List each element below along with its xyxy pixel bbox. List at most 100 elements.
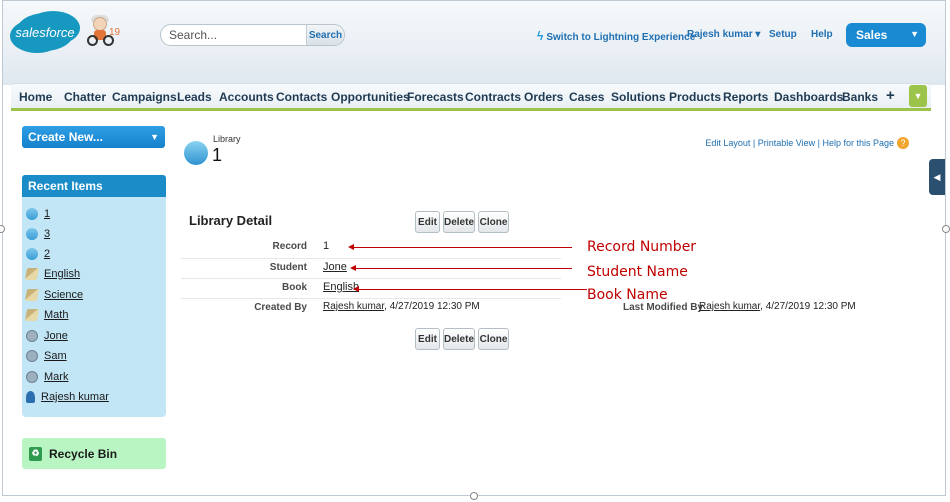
tab-forecasts[interactable]: Forecasts — [407, 90, 464, 104]
tab-contacts[interactable]: Contacts — [276, 90, 327, 104]
annotation-arrow-record — [348, 244, 572, 250]
all-tabs-plus-icon[interactable]: + — [886, 87, 895, 104]
recent-item-label[interactable]: Science — [44, 289, 83, 301]
student-icon — [26, 350, 38, 362]
modified-by-user-link[interactable]: Rajesh kumar — [699, 301, 760, 312]
delete-button[interactable]: Delete — [443, 328, 475, 350]
recent-item-label[interactable]: 1 — [44, 208, 50, 220]
list-item[interactable]: English — [24, 266, 80, 282]
recent-item-label[interactable]: Rajesh kumar — [41, 391, 109, 403]
list-item[interactable]: Rajesh kumar — [26, 389, 109, 405]
recycle-bin-link[interactable]: ♻ Recycle Bin — [22, 438, 166, 469]
recent-item-label[interactable]: Mark — [44, 371, 68, 383]
tab-overflow-chevron-icon[interactable]: ▼ — [909, 85, 927, 107]
help-link[interactable]: Help — [811, 29, 833, 40]
collapse-sidebar-handle[interactable]: ◀ — [929, 159, 945, 195]
created-by-user-link[interactable]: Rajesh kumar — [323, 301, 384, 312]
student-icon — [26, 330, 38, 342]
tab-products[interactable]: Products — [669, 90, 721, 104]
recycle-bin-label: Recycle Bin — [49, 446, 118, 461]
release-badge: 19 — [109, 27, 121, 38]
edit-button[interactable]: Edit — [415, 328, 440, 350]
chevron-down-icon: ▼ — [150, 132, 159, 142]
list-item[interactable]: Mark — [26, 369, 68, 385]
create-new-button[interactable]: Create New... ▼ — [22, 126, 165, 148]
created-by-label: Created By — [254, 302, 307, 313]
created-by-date: , 4/27/2019 12:30 PM — [384, 301, 480, 312]
recent-items-heading: Recent Items — [22, 175, 166, 197]
tab-bar: Home Chatter Campaigns Leads Accounts Co… — [11, 83, 931, 111]
book-icon — [24, 268, 40, 280]
resize-handle — [470, 492, 478, 500]
tab-orders[interactable]: Orders — [524, 90, 563, 104]
tab-contracts[interactable]: Contracts — [465, 90, 521, 104]
list-item[interactable]: Math — [24, 307, 68, 323]
recent-items-list: 1 3 2 English Science Math Jone Sam Mark… — [22, 197, 166, 417]
setup-link[interactable]: Setup — [769, 29, 797, 40]
tab-chatter[interactable]: Chatter — [64, 90, 106, 104]
recycle-bin-icon: ♻ — [29, 446, 42, 461]
search-box: Search — [160, 24, 345, 46]
page-links-text[interactable]: Edit Layout | Printable View | Help for … — [705, 138, 894, 148]
browser-frame: salesforce 19 Search ϟSwitch to Lightnin… — [2, 0, 946, 496]
app-menu-button[interactable]: Sales ▼ — [846, 23, 926, 47]
clone-button[interactable]: Clone — [478, 211, 509, 233]
search-button[interactable]: Search — [306, 25, 344, 45]
annotation-record-number: Record Number — [587, 239, 697, 255]
tab-dashboards[interactable]: Dashboards — [774, 90, 843, 104]
tab-home[interactable]: Home — [19, 90, 52, 104]
recent-item-label[interactable]: English — [44, 268, 80, 280]
switch-lightning-link[interactable]: ϟ Switch to Lightning Experience — [537, 29, 695, 43]
tab-reports[interactable]: Reports — [723, 90, 768, 104]
student-label: Student — [269, 262, 307, 273]
page-links: Edit Layout | Printable View | Help for … — [705, 137, 909, 149]
list-item[interactable]: Science — [24, 287, 83, 303]
tab-banks[interactable]: Banks — [842, 90, 878, 104]
divider — [181, 278, 561, 279]
library-icon — [26, 248, 38, 260]
list-item[interactable]: 2 — [26, 246, 50, 262]
edit-button[interactable]: Edit — [415, 211, 440, 233]
annotation-arrow-book — [353, 286, 587, 292]
recent-item-label[interactable]: Jone — [44, 330, 68, 342]
annotation-arrow-student — [350, 265, 572, 271]
switch-lightning-label: Switch to Lightning Experience — [546, 32, 696, 43]
list-item[interactable]: 3 — [26, 226, 50, 242]
clone-button[interactable]: Clone — [478, 328, 509, 350]
create-new-label: Create New... — [28, 130, 103, 144]
tab-opportunities[interactable]: Opportunities — [331, 90, 410, 104]
created-by-value: Rajesh kumar, 4/27/2019 12:30 PM — [323, 301, 480, 312]
tab-solutions[interactable]: Solutions — [611, 90, 666, 104]
book-icon — [24, 309, 40, 321]
resize-handle — [942, 225, 950, 233]
detail-heading: Library Detail — [189, 213, 273, 228]
modified-by-value: Rajesh kumar, 4/27/2019 12:30 PM — [699, 301, 856, 312]
search-input[interactable] — [161, 25, 301, 45]
page-title: 1 — [212, 145, 223, 165]
salesforce-logo[interactable]: salesforce — [15, 13, 75, 51]
student-icon — [26, 371, 38, 383]
tab-leads[interactable]: Leads — [177, 90, 212, 104]
list-item[interactable]: Sam — [26, 348, 67, 364]
logo-text: salesforce — [15, 24, 75, 40]
list-item[interactable]: 1 — [26, 206, 50, 222]
modified-by-label: Last Modified By — [623, 302, 704, 313]
list-item[interactable]: Jone — [26, 328, 68, 344]
lightning-bolt-icon: ϟ — [537, 29, 544, 43]
recent-item-label[interactable]: 2 — [44, 248, 50, 260]
user-icon — [26, 391, 35, 403]
student-link[interactable]: Jone — [323, 261, 347, 273]
delete-button[interactable]: Delete — [443, 211, 475, 233]
library-icon — [26, 228, 38, 240]
annotation-book-name: Book Name — [587, 287, 668, 303]
recent-item-label[interactable]: Math — [44, 309, 68, 321]
help-icon[interactable]: ? — [897, 137, 909, 149]
user-menu[interactable]: Rajesh kumar ▾ — [687, 29, 760, 40]
app-menu-label: Sales — [856, 28, 888, 42]
tab-accounts[interactable]: Accounts — [219, 90, 274, 104]
tab-campaigns[interactable]: Campaigns — [112, 90, 177, 104]
recent-item-label[interactable]: 3 — [44, 228, 50, 240]
tab-cases[interactable]: Cases — [569, 90, 604, 104]
recent-item-label[interactable]: Sam — [44, 350, 67, 362]
chevron-down-icon: ▼ — [910, 29, 919, 39]
